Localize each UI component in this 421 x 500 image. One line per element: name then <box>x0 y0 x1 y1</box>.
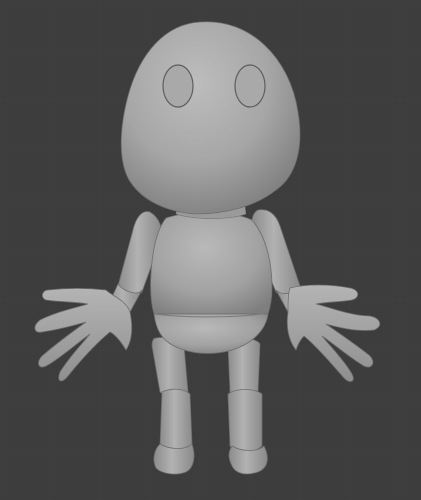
right-hand[interactable] <box>286 284 381 382</box>
left-shin[interactable] <box>159 388 193 451</box>
right-leg[interactable] <box>227 338 268 475</box>
head-group[interactable] <box>120 21 301 215</box>
head[interactable] <box>120 21 301 215</box>
body[interactable] <box>150 211 273 354</box>
character-model[interactable] <box>0 0 421 500</box>
left-hand[interactable] <box>34 288 133 382</box>
right-shin[interactable] <box>227 389 263 453</box>
right-eye <box>234 64 266 108</box>
torso[interactable] <box>150 211 273 315</box>
3d-viewport[interactable] <box>0 0 421 500</box>
left-eye <box>162 64 194 108</box>
right-foot[interactable] <box>228 445 268 475</box>
left-arm[interactable] <box>34 211 162 382</box>
left-foot[interactable] <box>153 443 195 475</box>
left-leg[interactable] <box>151 337 195 475</box>
